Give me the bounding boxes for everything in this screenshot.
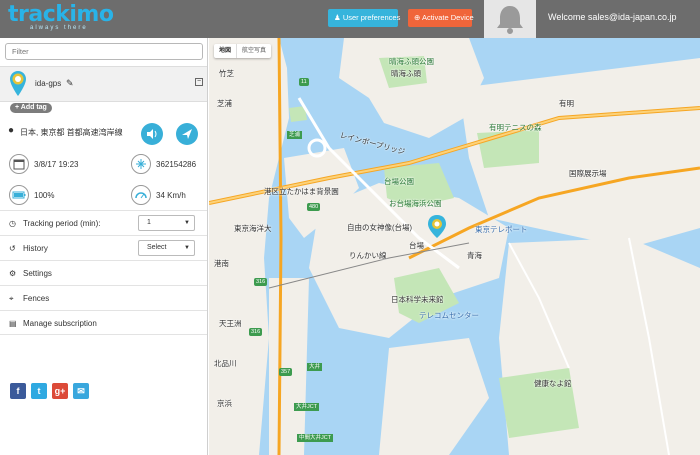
history-label: History <box>23 244 48 253</box>
tracking-period-value: 1 <box>147 219 151 226</box>
activate-device-button[interactable]: ⊕ Activate Device <box>408 9 474 27</box>
history-icon: ↺ <box>9 244 16 253</box>
map-label: 有明 <box>559 99 574 108</box>
top-bar: trackimo always there ♟ User preferences… <box>0 0 700 38</box>
battery-icon <box>9 185 29 205</box>
twitter-icon[interactable]: t <box>31 383 47 399</box>
subscription-row[interactable]: ▤ Manage subscription <box>0 310 207 335</box>
route-shield: 480 <box>307 203 321 211</box>
user-preferences-button[interactable]: ♟ User preferences <box>328 9 401 27</box>
filter-input[interactable] <box>6 44 202 59</box>
junction-label: 大井JCT <box>294 403 320 411</box>
map-label: お台場海浜公園 <box>389 199 442 208</box>
calendar-icon <box>9 154 29 174</box>
history-select[interactable]: Select ▼ <box>138 240 195 256</box>
activate-device-label: Activate Device <box>421 13 474 22</box>
map-label: 有明テニスの森 <box>489 123 542 132</box>
map-label: 芝浦 <box>217 99 232 108</box>
tracking-period-select[interactable]: 1 ▼ <box>138 215 195 231</box>
map-label: 京浜 <box>217 399 232 408</box>
device-address: 日本, 東京都 首都高速湾岸線 <box>20 128 123 137</box>
map-label: 日本科学未来館 <box>391 295 444 304</box>
logo-tagline: always there <box>30 25 88 31</box>
fences-row[interactable]: ⌖ Fences <box>0 285 207 310</box>
junction-label: 中間大井JCT <box>297 434 334 442</box>
welcome-text: Welcome sales@ida-japan.co.jp <box>548 12 677 22</box>
filter-box[interactable] <box>5 43 203 60</box>
settings-row[interactable]: ⚙ Settings <box>0 260 207 285</box>
map-type-map[interactable]: 地図 <box>214 44 236 58</box>
map-label: 青海 <box>467 251 482 260</box>
map-label: 台場公園 <box>384 177 414 186</box>
email-icon[interactable]: ✉ <box>73 383 89 399</box>
settings-label: Settings <box>23 269 52 278</box>
map-label: 健康なよ館 <box>534 379 572 388</box>
fences-label: Fences <box>23 294 50 303</box>
bell-icon <box>497 6 523 34</box>
subscription-label: Manage subscription <box>23 319 97 328</box>
map-canvas <box>209 38 700 455</box>
map-label: テレコムセンター <box>419 311 479 320</box>
device-name: ida-gps <box>35 79 62 88</box>
notifications-button[interactable] <box>484 0 536 38</box>
route-shield: 316 <box>249 328 263 336</box>
map-label: 晴海ふ頭 <box>391 69 421 78</box>
junction-label: 大井 <box>307 363 323 371</box>
facebook-icon[interactable]: f <box>10 383 26 399</box>
sidebar: ida-gps ✎ − + Add tag ● 日本, 東京都 首都高速湾岸線 … <box>0 38 208 455</box>
history-value: Select <box>147 244 167 251</box>
navigation-arrow-icon <box>182 129 192 139</box>
collapse-button[interactable]: − <box>195 78 203 86</box>
map-type-satellite[interactable]: 航空写真 <box>236 44 271 58</box>
map-label: 晴海ふ頭公園 <box>389 57 434 66</box>
device-row[interactable]: ida-gps ✎ − <box>0 66 207 102</box>
history-row: ↺ History Select ▼ <box>0 235 207 260</box>
google-plus-icon[interactable]: g+ <box>52 383 68 399</box>
speaker-icon <box>147 129 157 139</box>
map-label: 自由の女神像(台場) <box>347 223 412 232</box>
chevron-down-icon: ▼ <box>184 245 190 251</box>
route-shield: 357 <box>279 368 293 376</box>
map-label: 東京テレポート <box>475 225 528 234</box>
user-preferences-label: User preferences <box>342 13 401 22</box>
gear-icon: ⚙ <box>9 269 17 278</box>
clock-icon: ◷ <box>9 219 16 228</box>
battery-level: 100% <box>34 191 55 200</box>
map-label: 港区立たかはま背景園 <box>264 187 339 196</box>
map-label: 台場 <box>409 241 424 250</box>
tracking-period-row: ◷ Tracking period (min): 1 ▼ <box>0 210 207 235</box>
last-update-date: 3/8/17 19:23 <box>34 160 79 169</box>
device-pin-icon <box>10 71 26 96</box>
plus-circle-icon: ⊕ <box>414 13 421 22</box>
map-label: 国際展示場 <box>569 169 607 178</box>
map-label: りんかい線 <box>349 251 387 260</box>
trackimo-logo[interactable]: trackimo <box>8 4 114 26</box>
user-icon: ♟ <box>334 13 341 22</box>
sound-button[interactable] <box>141 123 163 145</box>
crop-icon: ⌖ <box>9 294 14 303</box>
navigate-button[interactable] <box>176 123 198 145</box>
route-shield: 316 <box>254 278 268 286</box>
map-label: 東京海洋大 <box>234 224 272 233</box>
speed-value: 34 Km/h <box>156 191 186 200</box>
edit-icon[interactable]: ✎ <box>66 78 74 89</box>
speedometer-icon <box>131 185 151 205</box>
document-icon: ▤ <box>9 319 17 328</box>
satellite-icon <box>131 154 151 174</box>
route-shield: 11 <box>299 78 309 86</box>
map-view[interactable]: 地図 航空写真 晴海ふ頭公園 晴海ふ頭 有明テニスの森 レインボーブリッジ 台場… <box>209 38 700 455</box>
map-label: 竹芝 <box>219 69 234 78</box>
add-tag-button[interactable]: + Add tag <box>10 103 52 113</box>
map-label: 天王洲 <box>219 319 242 328</box>
device-id: 362154286 <box>156 160 197 169</box>
tracking-period-label: Tracking period (min): <box>23 219 101 228</box>
map-label: 港南 <box>214 259 229 268</box>
map-type-control[interactable]: 地図 航空写真 <box>214 44 272 58</box>
junction-label: 芝浦 <box>287 131 303 139</box>
map-label: 北品川 <box>214 359 237 368</box>
chevron-down-icon: ▼ <box>184 220 190 226</box>
location-pin-icon: ● <box>8 125 15 136</box>
